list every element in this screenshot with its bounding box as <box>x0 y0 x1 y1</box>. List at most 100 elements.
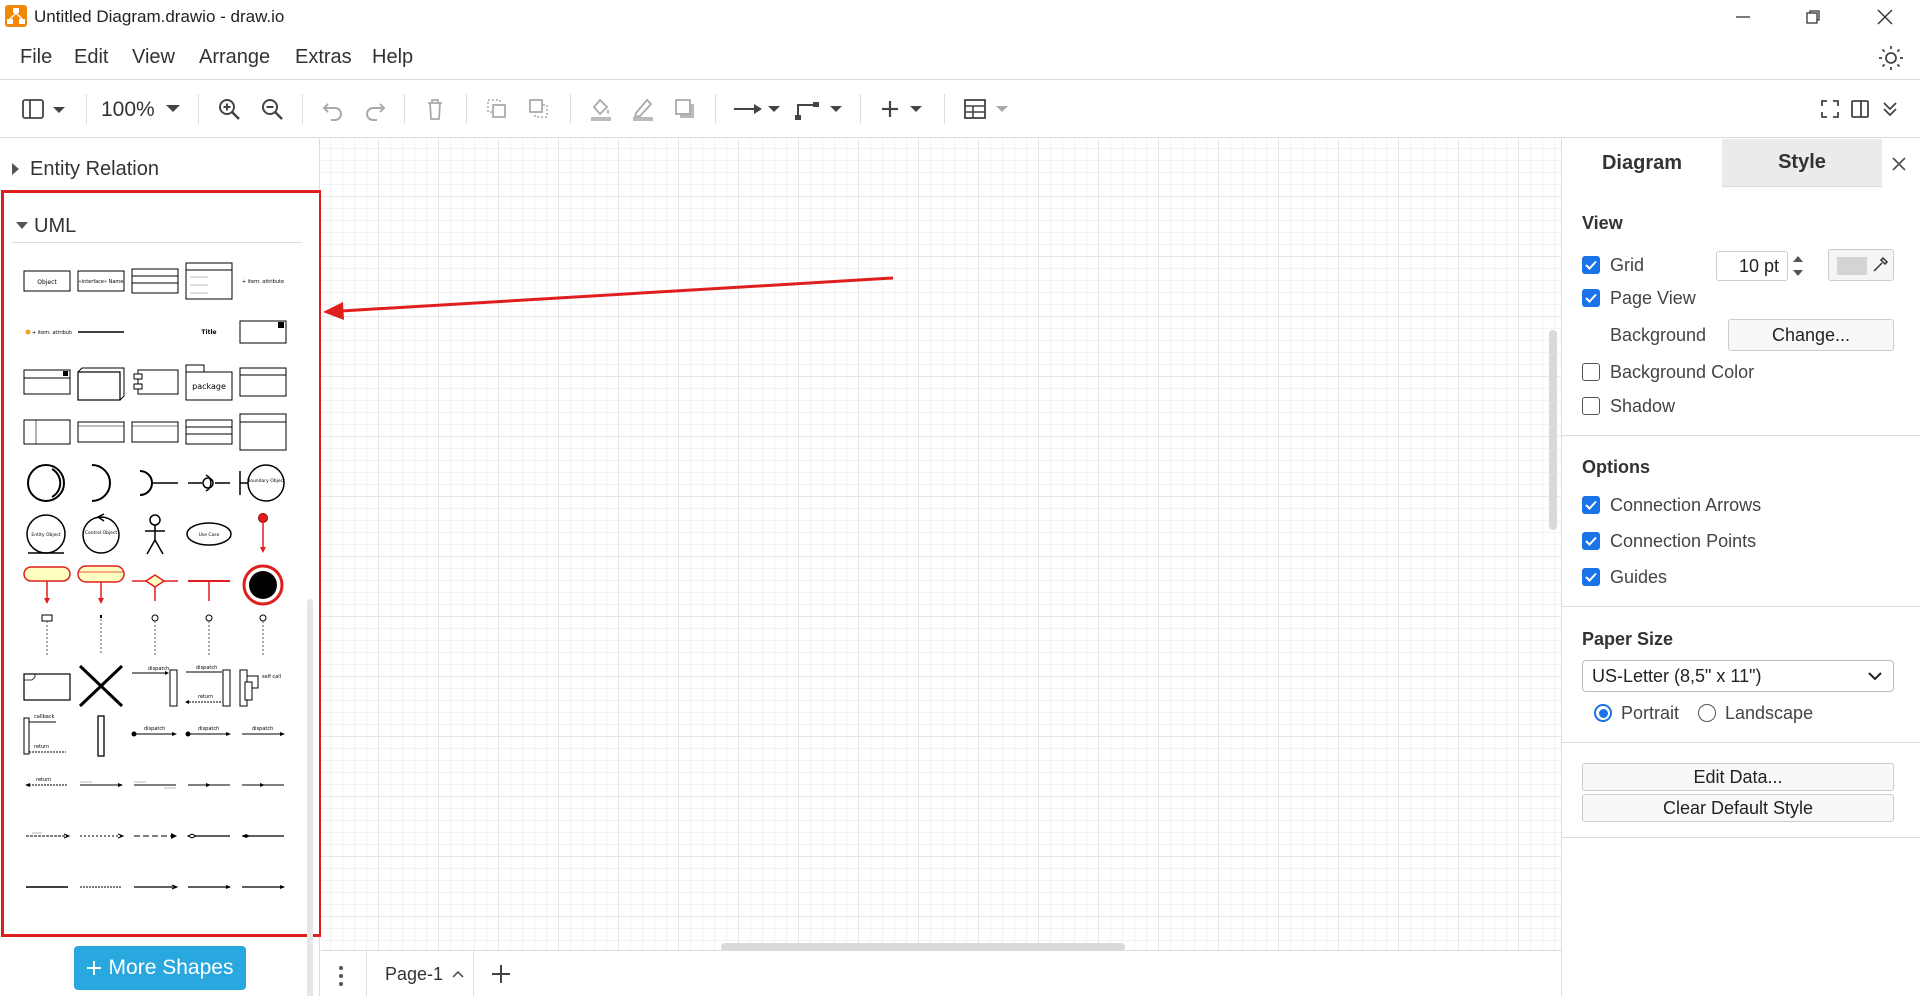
menu-view[interactable]: View <box>132 46 175 69</box>
uml-callback-shape[interactable]: callback return <box>22 714 72 758</box>
landscape-option[interactable]: Landscape <box>1698 700 1813 726</box>
table-button[interactable] <box>962 92 1014 126</box>
uml-control-object-shape[interactable]: Control Object <box>76 512 126 556</box>
uml-activity-shape[interactable] <box>22 563 72 607</box>
zoom-in-button[interactable] <box>214 92 244 126</box>
to-front-button[interactable] <box>482 92 512 126</box>
more-shapes-button[interactable]: More Shapes <box>74 946 246 990</box>
uml-class-attributes-shape[interactable] <box>184 259 234 303</box>
uml-aggregation-shape[interactable] <box>184 816 234 860</box>
restore-button[interactable] <box>1778 0 1848 34</box>
uml-actor-shape[interactable] <box>130 512 180 556</box>
tab-diagram[interactable]: Diagram <box>1562 139 1722 187</box>
uml-package-shape[interactable]: package <box>184 360 234 404</box>
uml-directed-link-shape[interactable] <box>130 867 180 911</box>
connection-points-checkbox[interactable] <box>1582 532 1600 550</box>
uml-interface-ball-shape[interactable] <box>22 461 72 505</box>
undo-button[interactable] <box>318 92 348 126</box>
format-panel-toggle-button[interactable] <box>20 92 72 126</box>
add-page-button[interactable] <box>486 959 516 989</box>
uml-socket-shape[interactable] <box>130 461 180 505</box>
uml-boundary-object-shape[interactable]: Boundary Object <box>238 461 288 505</box>
section-uml[interactable]: UML <box>12 213 302 243</box>
uml-activity-detail-shape[interactable] <box>76 563 126 607</box>
uml-association-shape[interactable] <box>184 765 234 809</box>
uml-lifeline-entity-shape[interactable] <box>238 613 288 657</box>
paper-size-select[interactable]: US-Letter (8,5" x 11") <box>1582 660 1894 692</box>
fullscreen-button[interactable] <box>1816 92 1844 126</box>
tab-style[interactable]: Style <box>1722 139 1882 187</box>
format-panel-button[interactable] <box>1846 92 1874 126</box>
shadow-option[interactable]: Shadow <box>1582 393 1675 419</box>
uml-lifeline-dashed-shape[interactable] <box>76 613 126 657</box>
menu-help[interactable]: Help <box>372 46 413 69</box>
uml-fork-shape[interactable] <box>184 563 234 607</box>
uml-lifeline-shape[interactable] <box>22 613 72 657</box>
background-color-option[interactable]: Background Color <box>1582 359 1754 385</box>
uml-lifeline-circle-shape[interactable] <box>130 613 180 657</box>
uml-self-call-shape[interactable]: self call <box>238 664 288 708</box>
uml-dispatch-shape[interactable]: dispatch <box>130 664 180 708</box>
grid-size-input[interactable]: 10 pt <box>1716 251 1788 281</box>
close-panel-button[interactable] <box>1884 149 1914 179</box>
shadow-checkbox[interactable] <box>1582 397 1600 415</box>
uml-component-shape[interactable] <box>238 310 288 354</box>
pages-menu-button[interactable] <box>331 961 351 991</box>
shadow-button[interactable] <box>670 92 700 126</box>
close-window-button[interactable] <box>1850 0 1920 34</box>
uml-module-shape[interactable] <box>130 360 180 404</box>
portrait-radio[interactable] <box>1594 704 1612 722</box>
uml-message-dispatch-3-shape[interactable]: dispatch <box>238 714 288 758</box>
uml-dotted-link-shape[interactable] <box>76 867 126 911</box>
uml-decision-shape[interactable] <box>130 563 180 607</box>
uml-entity-object-shape[interactable]: Entity Object <box>22 512 72 556</box>
uml-provided-required-shape[interactable] <box>184 461 234 505</box>
uml-message-dispatch-shape[interactable]: dispatch <box>130 714 180 758</box>
menu-file[interactable]: File <box>20 46 52 69</box>
uml-message-dispatch-2-shape[interactable]: dispatch <box>184 714 234 758</box>
uml-lifeline-box-shape[interactable] <box>130 410 180 454</box>
uml-destroy-shape[interactable] <box>76 664 126 708</box>
uml-association-2-shape[interactable] <box>238 765 288 809</box>
menu-edit[interactable]: Edit <box>74 46 108 69</box>
uml-object-shape[interactable]: Object <box>22 259 72 303</box>
sidebar-scrollbar[interactable] <box>307 599 313 996</box>
zoom-dropdown-button[interactable] <box>160 92 186 126</box>
waypoints-button[interactable] <box>794 92 846 126</box>
clear-default-style-button[interactable]: Clear Default Style <box>1582 794 1894 822</box>
grid-checkbox[interactable] <box>1582 256 1600 274</box>
uml-note-shape[interactable] <box>184 410 234 454</box>
menu-extras[interactable]: Extras <box>295 46 352 69</box>
uml-activation-shape[interactable] <box>76 714 126 758</box>
page-view-option[interactable]: Page View <box>1582 285 1696 311</box>
canvas-vertical-scrollbar[interactable] <box>1549 330 1557 530</box>
uml-frame-shape[interactable] <box>238 360 288 404</box>
uml-class-tall-shape[interactable] <box>238 410 288 454</box>
theme-toggle-button[interactable] <box>1876 43 1906 73</box>
uml-directed-link-2-shape[interactable] <box>184 867 234 911</box>
uml-table-shape[interactable] <box>22 410 72 454</box>
uml-initial-state-shape[interactable] <box>238 512 288 556</box>
uml-attribute-shape[interactable]: + item: attribute <box>238 259 288 303</box>
uml-node-shape[interactable] <box>76 360 126 404</box>
uml-final-state-shape[interactable] <box>238 563 288 607</box>
grid-size-stepper[interactable] <box>1791 251 1805 281</box>
connection-arrows-option[interactable]: Connection Arrows <box>1582 492 1761 518</box>
uml-dashed-arrow-shape[interactable] <box>76 816 126 860</box>
uml-component-detail-shape[interactable] <box>22 360 72 404</box>
uml-lifeline-control-shape[interactable] <box>184 613 234 657</box>
menu-arrange[interactable]: Arrange <box>199 46 270 69</box>
guides-option[interactable]: Guides <box>1582 564 1667 590</box>
minimize-button[interactable] <box>1708 0 1778 34</box>
redo-button[interactable] <box>360 92 390 126</box>
connection-points-option[interactable]: Connection Points <box>1582 528 1756 554</box>
guides-checkbox[interactable] <box>1582 568 1600 586</box>
uml-link-shape[interactable] <box>22 867 72 911</box>
uml-interface-shape[interactable]: «interface» Name <box>76 259 126 303</box>
section-entity-relation[interactable]: Entity Relation <box>0 155 310 185</box>
uml-return-message-shape[interactable]: return <box>22 765 72 809</box>
grid-option[interactable]: Grid <box>1582 252 1644 278</box>
diagram-canvas[interactable] <box>321 139 1561 950</box>
delete-button[interactable] <box>420 92 450 126</box>
collapse-toolbar-button[interactable] <box>1876 92 1904 126</box>
